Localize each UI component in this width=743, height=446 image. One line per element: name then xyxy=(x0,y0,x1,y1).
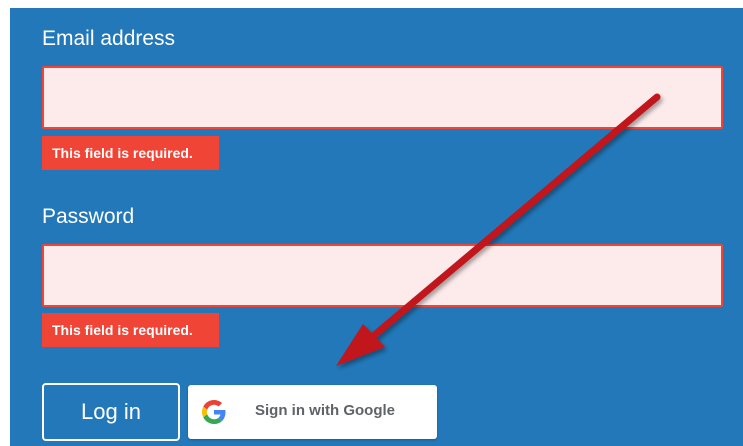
login-panel: Email address This field is required. Pa… xyxy=(10,8,743,446)
google-signin-button[interactable]: Sign in with Google xyxy=(188,385,437,439)
email-field[interactable] xyxy=(42,66,723,129)
google-signin-label: Sign in with Google xyxy=(255,402,395,419)
password-error-message: This field is required. xyxy=(42,313,219,347)
password-label: Password xyxy=(42,205,135,228)
email-error-message: This field is required. xyxy=(42,136,219,170)
login-button[interactable]: Log in xyxy=(42,383,180,441)
email-label: Email address xyxy=(42,27,176,50)
google-g-icon xyxy=(202,400,226,424)
password-field[interactable] xyxy=(42,244,723,307)
